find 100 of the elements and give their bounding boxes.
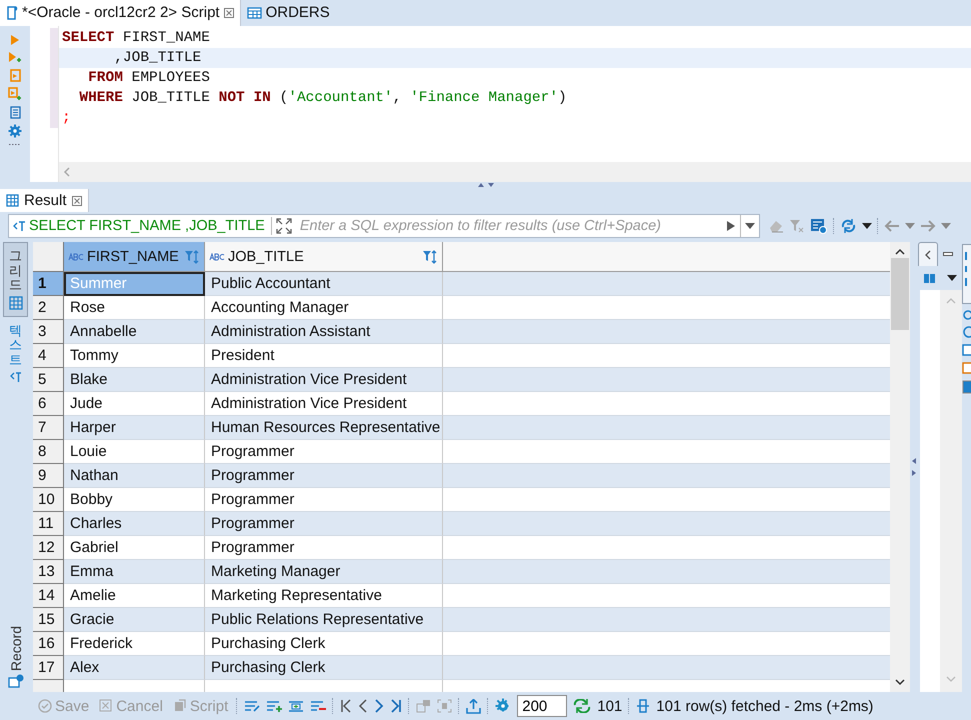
row-number[interactable]: 9	[33, 464, 64, 488]
delete-row-icon[interactable]	[310, 700, 326, 712]
back-arrow-icon[interactable]	[884, 220, 900, 232]
code-line: WHERE JOB_TITLE NOT IN ('Accountant', 'Finance Manager')	[78, 88, 568, 108]
eraser-icon[interactable]	[768, 219, 784, 234]
copy-row-icon[interactable]	[288, 700, 304, 712]
table-cell[interactable]: Programmer	[205, 512, 443, 536]
table-cell[interactable]: Human Resources Representative	[205, 416, 443, 440]
table-cell[interactable]: Programmer	[205, 464, 443, 488]
filter-field[interactable]: SELECT FIRST_NAME ,JOB_TITLE Enter a SQL expression to filter results (use Ctrl+Space)	[8, 214, 760, 238]
record-icon	[8, 674, 24, 688]
filter-icon[interactable]	[789, 219, 805, 234]
focus-icon[interactable]	[437, 699, 452, 714]
filter-input[interactable]: Enter a SQL expression to filter results (use Ctrl+Space)	[296, 218, 722, 234]
fetch-size-field[interactable]: 200	[517, 695, 568, 718]
collapse-arrows-icon[interactable]	[911, 457, 917, 478]
table-cell[interactable]: Nathan	[64, 464, 205, 488]
scroll-left-icon[interactable]	[63, 166, 71, 177]
vertical-scrollbar[interactable]	[890, 242, 910, 692]
table-cell[interactable]: Purchasing Clerk	[205, 656, 443, 680]
text-type-icon	[68, 252, 84, 261]
row-number[interactable]: 6	[33, 392, 64, 416]
result-tab[interactable]: Result	[0, 188, 89, 212]
table-cell[interactable]: Alex	[64, 656, 205, 680]
view-tab[interactable]: 텍스트	[3, 317, 28, 390]
query-text: SELECT FIRST_NAME ,JOB_TITLE	[29, 218, 265, 234]
code-line: FROM EMPLOYEES	[87, 68, 211, 88]
table-cell[interactable]: Blake	[64, 368, 205, 392]
script-run-plus-icon[interactable]	[8, 86, 22, 101]
caret-icon[interactable]	[862, 223, 872, 230]
more-icon[interactable]	[8, 142, 22, 146]
row-number[interactable]: 16	[33, 632, 64, 656]
row-number[interactable]: 14	[33, 584, 64, 608]
row-number[interactable]: 13	[33, 560, 64, 584]
row-number[interactable]: 5	[33, 368, 64, 392]
expand-icon[interactable]	[276, 218, 292, 234]
scroll-down-icon[interactable]	[895, 678, 905, 686]
book-icon[interactable]	[923, 272, 937, 284]
panel-switch-icon[interactable]	[416, 699, 432, 714]
refresh-icon[interactable]	[840, 218, 857, 234]
row-number[interactable]: 7	[33, 416, 64, 440]
caret-icon	[745, 223, 755, 230]
column-header[interactable]: JOB_TITLE	[205, 242, 443, 272]
row-count: 101	[597, 698, 622, 715]
close-icon[interactable]	[72, 196, 82, 206]
row-number[interactable]: 17	[33, 656, 64, 680]
scroll-thumb[interactable]	[891, 258, 909, 330]
row-number[interactable]: 2	[33, 296, 64, 320]
text-type-icon	[209, 252, 225, 261]
view-tab[interactable]: 그리드	[3, 242, 28, 318]
play-plus-icon[interactable]	[8, 50, 22, 64]
row-number[interactable]: 1	[33, 272, 64, 296]
editor-tab[interactable]: *<Oracle - orcl12cr2 2> Script	[0, 0, 241, 26]
export-icon[interactable]	[466, 698, 482, 714]
filter-sort-icon[interactable]	[422, 250, 438, 264]
table-cell[interactable]: Emma	[64, 560, 205, 584]
first-page-icon[interactable]	[340, 699, 352, 714]
row-number[interactable]: 4	[33, 344, 64, 368]
play-icon[interactable]	[9, 34, 21, 46]
edit-rows-icon[interactable]	[244, 700, 260, 712]
row-number[interactable]: 8	[33, 440, 64, 464]
table-cell[interactable]: Charles	[64, 512, 205, 536]
table-cell[interactable]: Administration Assistant	[205, 320, 443, 344]
table-cell[interactable]: Public Relations Representative	[205, 608, 443, 632]
record-toggle[interactable]: Record	[8, 626, 24, 692]
document-icon[interactable]	[8, 106, 22, 119]
add-row-icon[interactable]	[266, 700, 282, 712]
status-icon	[636, 699, 650, 714]
row-number[interactable]: 10	[33, 488, 64, 512]
row-number[interactable]: 11	[33, 512, 64, 536]
refresh-icon[interactable]	[573, 699, 592, 714]
grid-icon	[8, 296, 22, 310]
close-icon[interactable]	[224, 8, 234, 18]
horizontal-scrollbar[interactable]	[59, 162, 971, 182]
column-header[interactable]: FIRST_NAME	[64, 242, 205, 272]
table-cell[interactable]: Public Accountant	[205, 272, 443, 296]
caret-icon[interactable]	[947, 275, 957, 282]
script-file-icon	[6, 4, 18, 21]
scroll-up-icon[interactable]	[895, 248, 905, 256]
row-number[interactable]: 3	[33, 320, 64, 344]
script-run-icon[interactable]	[8, 68, 22, 82]
next-icon[interactable]	[374, 699, 384, 714]
panel-tab[interactable]	[918, 242, 938, 266]
filter-sort-icon[interactable]	[184, 250, 200, 264]
filter-settings-icon[interactable]	[810, 218, 828, 234]
row-number[interactable]: 12	[33, 536, 64, 560]
table-cell[interactable]: Administration Vice President	[205, 368, 443, 392]
editor-tab[interactable]: ORDERS	[240, 0, 336, 26]
table-cell[interactable]: Marketing Manager	[205, 560, 443, 584]
status-text: 101 row(s) fetched - 2ms (+2ms)	[656, 698, 874, 715]
forward-arrow-icon[interactable]	[920, 220, 936, 232]
text-icon	[10, 370, 22, 383]
last-page-icon[interactable]	[390, 699, 402, 714]
save-icon	[38, 699, 52, 714]
table-cell[interactable]: Annabelle	[64, 320, 205, 344]
table-cell[interactable]: Gracie	[64, 608, 205, 632]
previous-icon[interactable]	[358, 699, 368, 714]
table-cell[interactable]: Harper	[64, 416, 205, 440]
sql-text-icon	[13, 220, 26, 232]
row-number[interactable]: 15	[33, 608, 64, 632]
